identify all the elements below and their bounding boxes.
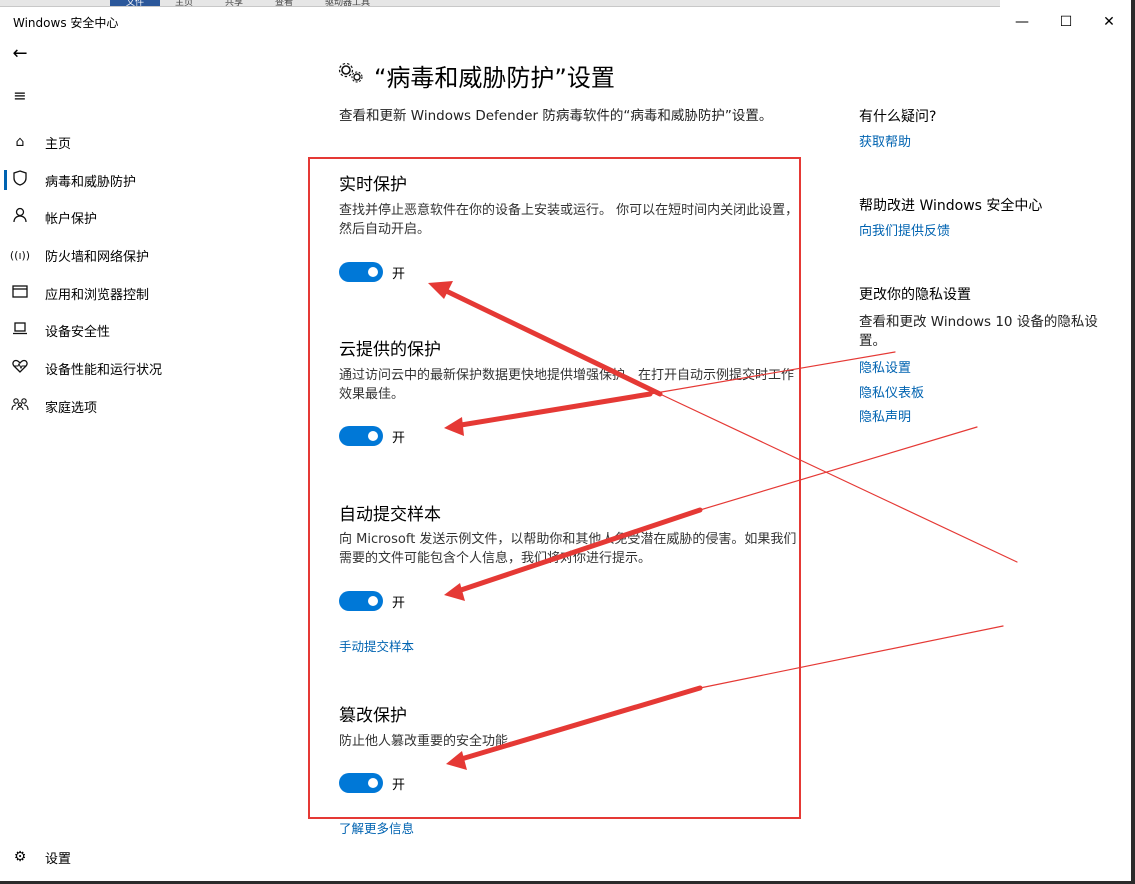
ribbon-tab-drive-tools[interactable]: 驱动器工具	[325, 0, 385, 6]
sidebar-item-app-browser[interactable]: 应用和浏览器控制	[0, 275, 300, 311]
annotation-highlight-box	[308, 157, 801, 819]
heart-pulse-icon	[9, 359, 31, 377]
page-subtitle: 查看和更新 Windows Defender 防病毒软件的“病毒和威胁防护”设置…	[339, 108, 773, 124]
sidebar-item-device-security[interactable]: 设备安全性	[0, 312, 300, 348]
sidebar-item-device-health[interactable]: 设备性能和运行状况	[0, 350, 300, 386]
sidebar-item-account[interactable]: 帐户保护	[0, 199, 300, 235]
person-icon	[9, 207, 31, 227]
title-bar: Windows 安全中心 — ☐ ✕	[0, 8, 1131, 36]
sidebar-item-virus-protection[interactable]: 病毒和威胁防护	[0, 162, 300, 198]
window-border-right	[1131, 0, 1135, 884]
sidebar-item-label: 主页	[45, 136, 72, 152]
ribbon-tab-home[interactable]: 主页	[175, 0, 205, 6]
gears-icon	[338, 62, 364, 90]
sidebar-item-label: 帐户保护	[45, 211, 98, 227]
get-help-link[interactable]: 获取帮助	[859, 131, 911, 150]
back-arrow-icon[interactable]: ←	[10, 44, 30, 64]
sidebar-item-home[interactable]: ⌂ 主页	[0, 124, 300, 160]
home-icon: ⌂	[15, 134, 25, 150]
privacy-description: 查看和更改 Windows 10 设备的隐私设置。	[859, 314, 1098, 349]
sidebar-item-label: 应用和浏览器控制	[45, 287, 150, 303]
sidebar-item-label: 设置	[45, 851, 72, 867]
close-button[interactable]: ✕	[1087, 8, 1131, 36]
help-heading: 有什么疑问?	[859, 109, 937, 125]
privacy-statement-link[interactable]: 隐私声明	[859, 406, 911, 425]
laptop-icon	[9, 321, 31, 339]
privacy-dashboard-link[interactable]: 隐私仪表板	[859, 382, 924, 401]
ribbon-tab-view[interactable]: 查看	[275, 0, 305, 6]
background-window-ribbon: 文件 主页 共享 查看 驱动器工具	[0, 0, 1000, 7]
sidebar-item-settings[interactable]: ⚙ 设置	[0, 842, 71, 872]
sidebar-item-label: 设备性能和运行状况	[45, 362, 163, 378]
wifi-signal-icon: ((ı))	[9, 248, 31, 262]
selected-indicator	[4, 170, 7, 190]
privacy-heading: 更改你的隐私设置	[859, 287, 971, 303]
learn-more-link[interactable]: 了解更多信息	[339, 818, 414, 837]
page-title: “病毒和威胁防护”设置	[338, 58, 615, 93]
family-icon	[9, 397, 31, 415]
ribbon-tab-file[interactable]: 文件	[110, 0, 160, 6]
shield-icon	[9, 170, 31, 190]
improve-heading: 帮助改进 Windows 安全中心	[859, 198, 1043, 214]
ribbon-tab-share[interactable]: 共享	[225, 0, 255, 6]
window-title: Windows 安全中心	[13, 16, 119, 30]
sidebar-item-label: 设备安全性	[45, 324, 111, 340]
sidebar-item-family[interactable]: 家庭选项	[0, 388, 300, 424]
app-window-icon	[9, 284, 31, 302]
sidebar-item-firewall[interactable]: ((ı)) 防火墙和网络保护	[0, 237, 300, 273]
feedback-link[interactable]: 向我们提供反馈	[859, 220, 950, 239]
page-title-text: “病毒和威胁防护”设置	[374, 64, 615, 92]
sidebar-item-label: 病毒和威胁防护	[45, 174, 137, 190]
maximize-button[interactable]: ☐	[1044, 8, 1088, 36]
hamburger-menu-icon[interactable]: ≡	[10, 86, 30, 106]
sidebar-item-label: 家庭选项	[45, 400, 98, 416]
minimize-button[interactable]: —	[1000, 8, 1044, 36]
sidebar-item-label: 防火墙和网络保护	[45, 249, 150, 265]
privacy-settings-link[interactable]: 隐私设置	[859, 357, 911, 376]
gear-icon: ⚙	[13, 849, 27, 865]
